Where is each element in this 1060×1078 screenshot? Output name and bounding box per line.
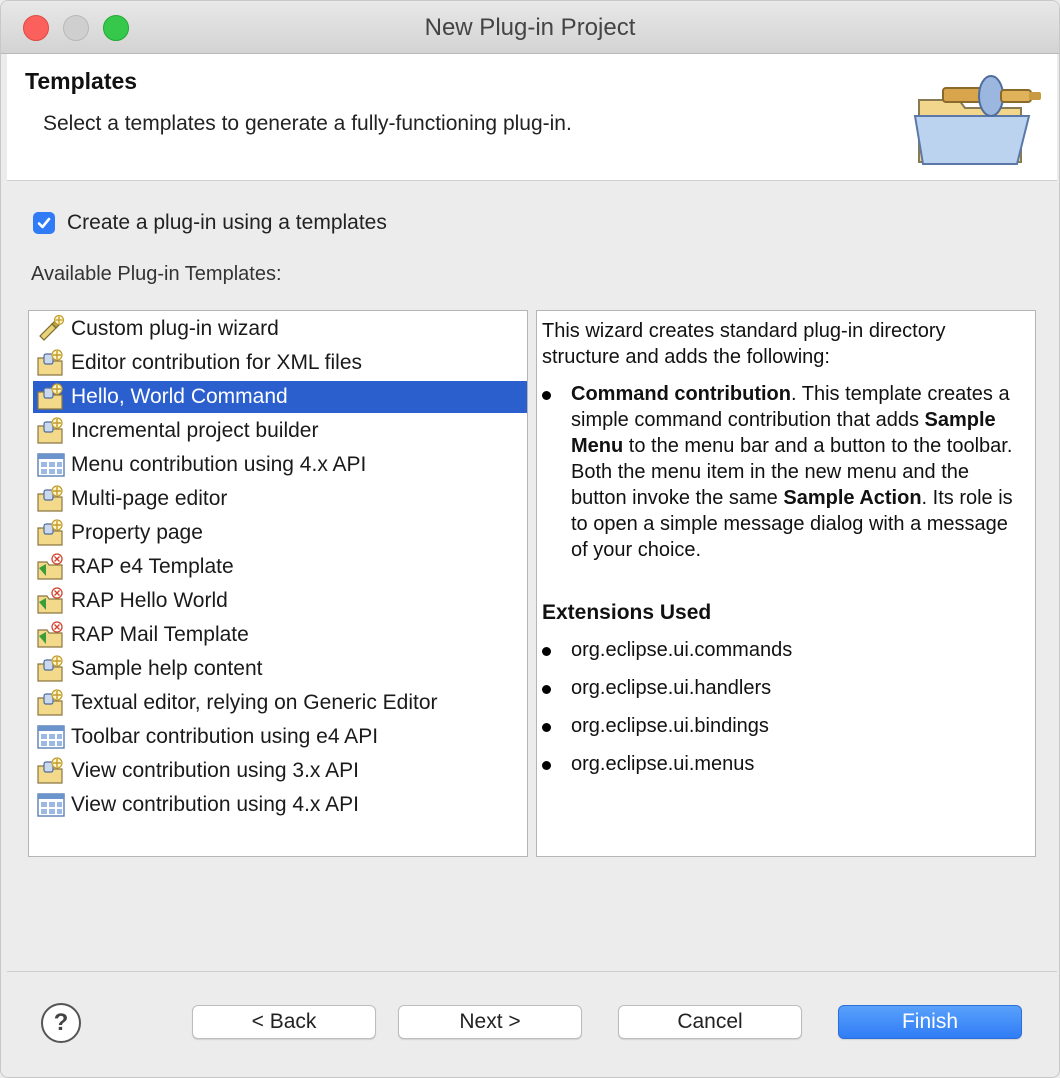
template-list-item[interactable]: View contribution using 4.x API <box>33 789 527 821</box>
page-title: Templates <box>25 68 138 94</box>
template-list-item[interactable]: Toolbar contribution using e4 API <box>33 721 527 753</box>
template-label: Toolbar contribution using e4 API <box>71 725 379 748</box>
description-intro: This wizard creates standard plug-in dir… <box>542 320 946 368</box>
template-list-item[interactable]: Hello, World Command <box>33 381 527 413</box>
help-button[interactable]: ? <box>41 1003 81 1043</box>
title-bar: New Plug-in Project <box>1 1 1059 54</box>
plugin-folder-icon <box>35 688 67 718</box>
next-button[interactable]: Next > <box>398 1005 582 1039</box>
template-label: View contribution using 4.x API <box>71 793 359 816</box>
extension-item: org.eclipse.ui.handlers <box>571 677 772 699</box>
template-label: Editor contribution for XML files <box>71 351 363 374</box>
template-list-item[interactable]: Sample help content <box>33 653 527 685</box>
template-label: View contribution using 3.x API <box>71 759 359 782</box>
plugin-folder-icon <box>35 484 67 514</box>
extension-item: org.eclipse.ui.commands <box>571 639 793 661</box>
plugin-folder-banner-icon <box>913 75 1041 165</box>
template-label: RAP Mail Template <box>71 623 249 646</box>
template-label: RAP e4 Template <box>71 555 234 578</box>
template-list-item[interactable]: RAP e4 Template <box>33 551 527 583</box>
plugin-folder-icon <box>35 756 67 786</box>
wand-icon <box>35 314 67 344</box>
rap-plugin-icon <box>35 620 67 650</box>
template-list-item[interactable]: View contribution using 3.x API <box>33 755 527 787</box>
back-button[interactable]: < Back <box>192 1005 376 1039</box>
use-template-option[interactable]: Create a plug-in using a templates <box>33 209 387 237</box>
template-label: Multi-page editor <box>71 487 228 510</box>
rap-plugin-icon <box>35 552 67 582</box>
template-label: Property page <box>71 521 203 544</box>
template-label: Hello, World Command <box>71 385 288 408</box>
bullet-dot <box>542 647 551 656</box>
template-list-item[interactable]: Incremental project builder <box>33 415 527 447</box>
description-body: Command contribution. This template crea… <box>571 381 1021 563</box>
plugin-folder-icon <box>35 416 67 446</box>
rap-plugin-icon <box>35 586 67 616</box>
plugin-folder-icon <box>35 382 67 412</box>
template-description-pane: This wizard creates standard plug-in dir… <box>536 310 1036 857</box>
template-list-item[interactable]: Menu contribution using 4.x API <box>33 449 527 481</box>
template-list-item[interactable]: Textual editor, relying on Generic Edito… <box>33 687 527 719</box>
template-label: Incremental project builder <box>71 419 319 442</box>
sample-action-bold: Sample Action <box>783 487 922 509</box>
extensions-title: Extensions Used <box>542 601 712 624</box>
wizard-header: Templates Select a templates to generate… <box>7 54 1057 181</box>
grid-window-icon <box>35 450 67 480</box>
extension-item: org.eclipse.ui.bindings <box>571 715 769 737</box>
bullet-dot <box>542 723 551 732</box>
template-list-item[interactable]: Editor contribution for XML files <box>33 347 527 379</box>
template-label: Textual editor, relying on Generic Edito… <box>71 691 438 714</box>
checkmark-icon <box>37 217 51 229</box>
cancel-button[interactable]: Cancel <box>618 1005 802 1039</box>
template-label: Sample help content <box>71 657 263 680</box>
template-label: RAP Hello World <box>71 589 228 612</box>
template-list-item[interactable]: Custom plug-in wizard <box>33 313 527 345</box>
template-list-item[interactable]: RAP Hello World <box>33 585 527 617</box>
templates-label: Available Plug-in Templates: <box>31 263 282 285</box>
template-list[interactable]: Custom plug-in wizard Editor contribution… <box>28 310 528 857</box>
bullet-dot <box>542 685 551 694</box>
plugin-folder-icon <box>35 654 67 684</box>
bullet-dot <box>542 761 551 770</box>
extension-item: org.eclipse.ui.menus <box>571 753 755 775</box>
use-template-label: Create a plug-in using a templates <box>67 211 387 234</box>
command-contribution-bold: Command contribution <box>571 383 791 405</box>
template-label: Menu contribution using 4.x API <box>71 453 367 476</box>
grid-window-icon <box>35 722 67 752</box>
footer-separator <box>7 971 1057 972</box>
page-description: Select a templates to generate a fully-f… <box>43 112 572 135</box>
finish-button[interactable]: Finish <box>838 1005 1022 1039</box>
wizard-window: New Plug-in Project Templates Select a t… <box>0 0 1060 1078</box>
window-title: New Plug-in Project <box>424 14 636 41</box>
template-label: Custom plug-in wizard <box>71 317 279 340</box>
plugin-folder-icon <box>35 518 67 548</box>
plugin-folder-icon <box>35 348 67 378</box>
template-list-item[interactable]: RAP Mail Template <box>33 619 527 651</box>
bullet-dot <box>542 391 551 400</box>
template-list-item[interactable]: Property page <box>33 517 527 549</box>
grid-window-icon <box>35 790 67 820</box>
template-list-item[interactable]: Multi-page editor <box>33 483 527 515</box>
use-template-checkbox[interactable] <box>33 212 55 234</box>
